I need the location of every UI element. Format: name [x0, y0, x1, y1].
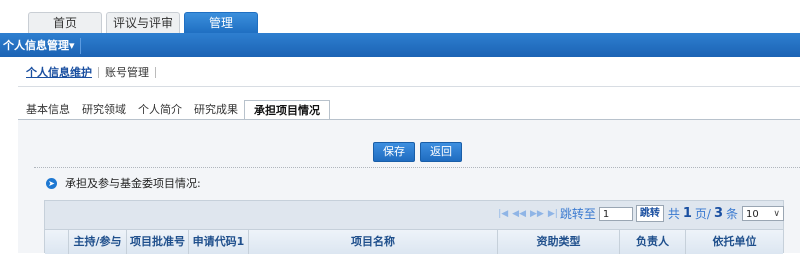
column-header-role[interactable]: 主持/参与	[69, 230, 127, 254]
arrow-circle-icon: ➤	[46, 177, 57, 189]
sub-nav: 个人信息维护 账号管理	[26, 64, 162, 80]
sub-nav-personal-info[interactable]: 个人信息维护	[26, 64, 92, 80]
personal-info-menu[interactable]: 个人信息管理▾	[3, 38, 81, 54]
back-button[interactable]: 返回	[420, 142, 462, 162]
column-header-leader[interactable]: 负责人	[620, 230, 686, 254]
page-size-value: 10	[746, 209, 759, 220]
total-prefix: 共	[667, 207, 680, 221]
last-page-icon[interactable]: ▶|	[548, 209, 558, 219]
next-page-icon[interactable]: ▶▶	[530, 209, 544, 219]
tab-home[interactable]: 首页	[28, 12, 102, 33]
tab-research-field[interactable]: 研究领域	[76, 100, 132, 120]
pager: |◀ ◀◀ ▶▶ ▶| 跳转至 1 跳转 共 1 页/ 3 条 10 ∨	[496, 205, 784, 222]
chevron-down-icon: ▾	[69, 39, 75, 52]
page-size-select[interactable]: 10 ∨	[742, 206, 784, 221]
page-suffix: 页/	[694, 207, 711, 221]
tab-manage[interactable]: 管理	[184, 12, 258, 33]
section-header: ➤ 承担及参与基金委项目情况:	[46, 175, 201, 191]
top-tabs: 首页 评议与评审 管理	[28, 12, 262, 33]
divider	[155, 66, 156, 78]
column-header-select[interactable]	[45, 230, 69, 254]
chevron-down-icon: ∨	[773, 209, 780, 219]
jump-label: 跳转至	[559, 207, 596, 221]
save-button[interactable]: 保存	[373, 142, 415, 162]
content-tabs: 基本信息 研究领域 个人简介 研究成果 承担项目情况	[20, 100, 330, 120]
tab-projects[interactable]: 承担项目情况	[244, 100, 330, 120]
dotted-divider	[34, 167, 800, 168]
sub-nav-account[interactable]: 账号管理	[105, 64, 149, 80]
tab-profile[interactable]: 个人简介	[132, 100, 188, 120]
menu-label: 个人信息管理	[3, 39, 69, 52]
record-suffix: 条	[725, 207, 738, 221]
column-header-project-name[interactable]: 项目名称	[249, 230, 498, 254]
total-pages: 1	[682, 206, 692, 221]
tab-basic-info[interactable]: 基本信息	[20, 100, 76, 120]
tab-review[interactable]: 评议与评审	[106, 12, 180, 33]
divider	[18, 86, 800, 87]
table-header: 主持/参与 项目批准号 申请代码1 项目名称 资助类型 负责人 依托单位	[45, 229, 783, 254]
column-header-approval-no[interactable]: 项目批准号	[127, 230, 189, 254]
column-header-funding-type[interactable]: 资助类型	[498, 230, 620, 254]
jump-button[interactable]: 跳转	[635, 205, 664, 222]
menu-bar: 个人信息管理▾	[0, 33, 800, 57]
tab-research-results[interactable]: 研究成果	[188, 100, 244, 120]
column-header-institution[interactable]: 依托单位	[686, 230, 783, 254]
prev-page-icon[interactable]: ◀◀	[512, 209, 526, 219]
total-records: 3	[713, 206, 723, 221]
section-title: 承担及参与基金委项目情况:	[65, 177, 201, 190]
divider	[98, 66, 99, 78]
first-page-icon[interactable]: |◀	[498, 209, 508, 219]
column-header-apply-code[interactable]: 申请代码1	[189, 230, 249, 254]
page-number-input[interactable]: 1	[598, 206, 633, 221]
